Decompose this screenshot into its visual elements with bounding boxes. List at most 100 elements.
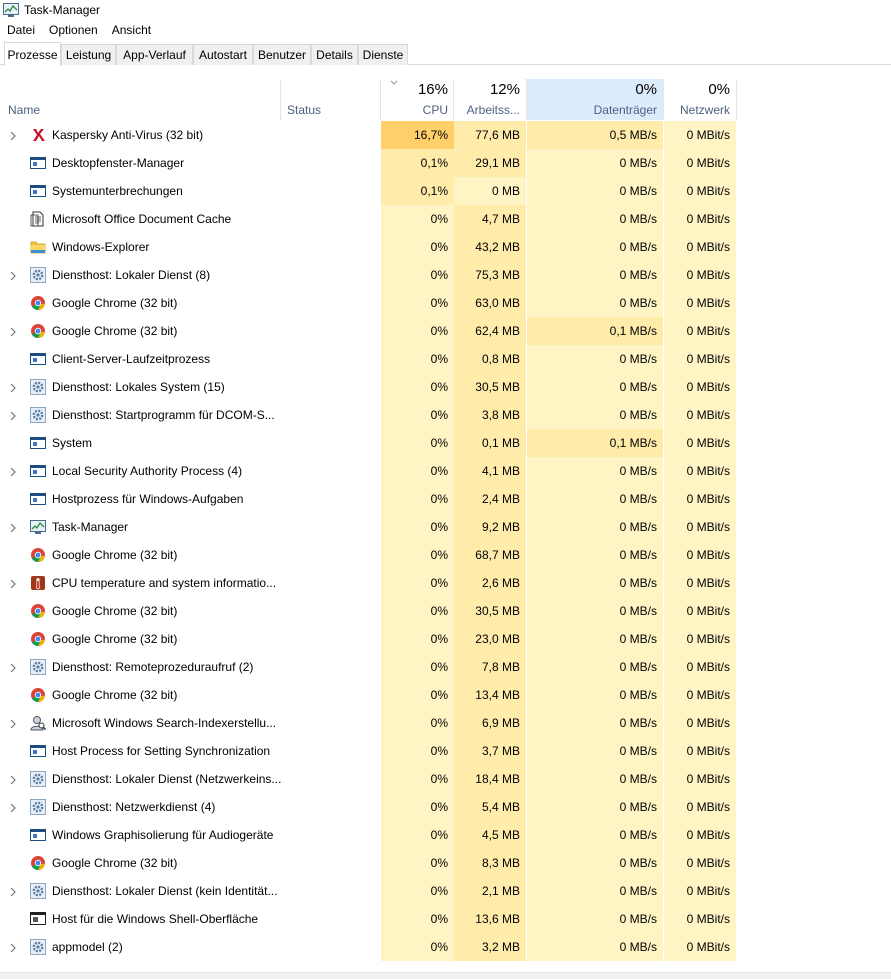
disk-value: 0 MB/s <box>527 205 663 233</box>
table-row[interactable]: Systemunterbrechungen 0,1% 0 MB 0 MB/s 0 MBi… <box>0 177 891 205</box>
table-row[interactable]: Google Chrome (32 bit) 0% 63,0 MB 0 MB/s 0 M… <box>0 289 891 317</box>
expand-chevron-icon[interactable] <box>8 410 18 421</box>
memory-value: 3,7 MB <box>454 737 526 765</box>
memory-value: 77,6 MB <box>454 121 526 149</box>
expand-chevron-icon[interactable] <box>8 942 18 953</box>
table-row[interactable]: Desktopfenster-Manager 0,1% 29,1 MB 0 MB/s 0… <box>0 149 891 177</box>
tab-leistung[interactable]: Leistung <box>61 44 116 65</box>
network-value: 0 MBit/s <box>664 821 736 849</box>
disk-value: 0 MB/s <box>527 457 663 485</box>
cpu-value: 0,1% <box>381 177 454 205</box>
table-row[interactable]: Diensthost: Lokaler Dienst (8) 0% 75,3 MB 0… <box>0 261 891 289</box>
table-row[interactable]: Google Chrome (32 bit) 0% 13,4 MB 0 MB/s 0 M… <box>0 681 891 709</box>
tab-details[interactable]: Details <box>311 44 358 65</box>
header-disk-percent[interactable]: 0% <box>527 81 657 98</box>
table-row[interactable]: Local Security Authority Process (4) 0% 4,… <box>0 457 891 485</box>
process-name: Google Chrome (32 bit) <box>52 296 178 310</box>
horizontal-scrollbar[interactable] <box>0 972 891 979</box>
table-row[interactable]: Task-Manager 0% 9,2 MB 0 MB/s 0 MBit/s <box>0 513 891 541</box>
memory-value: 43,2 MB <box>454 233 526 261</box>
header-network[interactable]: Netzwerk <box>664 103 730 117</box>
tab-prozesse[interactable]: Prozesse <box>4 42 61 66</box>
expand-chevron-icon[interactable] <box>8 802 18 813</box>
expand-chevron-icon[interactable] <box>8 326 18 337</box>
table-row[interactable]: Microsoft Windows Search-Indexerstellu..… <box>0 709 891 737</box>
network-value: 0 MBit/s <box>664 457 736 485</box>
network-value: 0 MBit/s <box>664 905 736 933</box>
chrome-icon <box>30 547 46 563</box>
expand-chevron-icon[interactable] <box>8 382 18 393</box>
disk-value: 0 MB/s <box>527 709 663 737</box>
header-disk[interactable]: Datenträger <box>527 103 657 117</box>
table-row[interactable]: Google Chrome (32 bit) 0% 68,7 MB 0 MB/s 0 M… <box>0 541 891 569</box>
network-value: 0 MBit/s <box>664 289 736 317</box>
expand-chevron-icon[interactable] <box>8 718 18 729</box>
table-row[interactable]: CPU temperature and system informatio...… <box>0 569 891 597</box>
expand-chevron-icon[interactable] <box>8 662 18 673</box>
table-row[interactable]: Diensthost: Lokaler Dienst (Netzwerkeins… <box>0 765 891 793</box>
memory-value: 2,6 MB <box>454 569 526 597</box>
table-row[interactable]: Diensthost: Netzwerkdienst (4) 0% 5,4 MB 0 … <box>0 793 891 821</box>
header-network-percent[interactable]: 0% <box>664 81 730 98</box>
header-status[interactable]: Status <box>287 103 321 117</box>
chrome-icon <box>30 295 46 311</box>
window-app-icon <box>30 155 46 171</box>
tab-dienste[interactable]: Dienste <box>358 44 408 65</box>
table-row[interactable]: Diensthost: Lokaler Dienst (kein Identit… <box>0 877 891 905</box>
cpu-value: 0% <box>381 849 454 877</box>
expand-chevron-icon[interactable] <box>8 130 18 141</box>
memory-value: 0,1 MB <box>454 429 526 457</box>
cpu-value: 0% <box>381 709 454 737</box>
cpu-value: 0% <box>381 373 454 401</box>
header-memory-percent[interactable]: 12% <box>454 81 520 98</box>
process-name: Google Chrome (32 bit) <box>52 548 178 562</box>
window-app-icon <box>30 827 46 843</box>
network-value: 0 MBit/s <box>664 765 736 793</box>
table-row[interactable]: Windows-Explorer 0% 43,2 MB 0 MB/s 0 MBit/s <box>0 233 891 261</box>
table-row[interactable]: Diensthost: Lokales System (15) 0% 30,5 MB… <box>0 373 891 401</box>
column-divider[interactable] <box>280 79 281 120</box>
table-row[interactable]: Google Chrome (32 bit) 0% 30,5 MB 0 MB/s 0 M… <box>0 597 891 625</box>
cpu-value: 0% <box>381 541 454 569</box>
memory-value: 3,8 MB <box>454 401 526 429</box>
table-row[interactable]: Diensthost: Startprogramm für DCOM-S... 0… <box>0 401 891 429</box>
table-row[interactable]: appmodel (2) 0% 3,2 MB 0 MB/s 0 MBit/s <box>0 933 891 961</box>
expand-chevron-icon[interactable] <box>8 886 18 897</box>
table-row[interactable]: Kaspersky Anti-Virus (32 bit) 16,7% 77,6 M… <box>0 121 891 149</box>
tab-autostart[interactable]: Autostart <box>193 44 253 65</box>
expand-chevron-icon[interactable] <box>8 578 18 589</box>
header-memory[interactable]: Arbeitss... <box>454 103 520 117</box>
table-row[interactable]: Host Process for Setting Synchronization… <box>0 737 891 765</box>
expand-chevron-icon[interactable] <box>8 270 18 281</box>
expand-chevron-icon[interactable] <box>8 522 18 533</box>
table-row[interactable]: System 0% 0,1 MB 0,1 MB/s 0 MBit/s <box>0 429 891 457</box>
table-row[interactable]: Diensthost: Remoteprozeduraufruf (2) 0% 7,… <box>0 653 891 681</box>
table-row[interactable]: Google Chrome (32 bit) 0% 62,4 MB 0,1 MB/s 0… <box>0 317 891 345</box>
process-name: Kaspersky Anti-Virus (32 bit) <box>52 128 204 142</box>
window-title: Task-Manager <box>24 2 101 17</box>
memory-value: 30,5 MB <box>454 597 526 625</box>
menu-optionen[interactable]: Optionen <box>42 23 105 37</box>
header-cpu[interactable]: CPU <box>381 103 448 117</box>
table-row[interactable]: Google Chrome (32 bit) 0% 8,3 MB 0 MB/s 0 MB… <box>0 849 891 877</box>
network-value: 0 MBit/s <box>664 401 736 429</box>
table-row[interactable]: Windows Graphisolierung für Audiogeräte 0… <box>0 821 891 849</box>
menu-datei[interactable]: Datei <box>0 23 42 37</box>
expand-chevron-icon[interactable] <box>8 466 18 477</box>
process-list[interactable]: Kaspersky Anti-Virus (32 bit) 16,7% 77,6 M… <box>0 121 891 972</box>
table-row[interactable]: Microsoft Office Document Cache 0% 4,7 MB 0… <box>0 205 891 233</box>
expand-chevron-icon[interactable] <box>8 774 18 785</box>
disk-value: 0,1 MB/s <box>527 317 663 345</box>
tab-benutzer[interactable]: Benutzer <box>253 44 311 65</box>
header-name[interactable]: Name <box>8 103 40 117</box>
column-divider[interactable] <box>736 79 737 120</box>
process-name: Hostprozess für Windows-Aufgaben <box>52 492 244 506</box>
table-row[interactable]: Client-Server-Laufzeitprozess 0% 0,8 MB 0 M… <box>0 345 891 373</box>
table-row[interactable]: Google Chrome (32 bit) 0% 23,0 MB 0 MB/s 0 M… <box>0 625 891 653</box>
memory-value: 5,4 MB <box>454 793 526 821</box>
table-row[interactable]: Hostprozess für Windows-Aufgaben 0% 2,4 MB… <box>0 485 891 513</box>
table-row[interactable]: Host für die Windows Shell-Oberfläche 0% 1… <box>0 905 891 933</box>
menu-ansicht[interactable]: Ansicht <box>105 23 158 37</box>
network-value: 0 MBit/s <box>664 737 736 765</box>
tab-app-verlauf[interactable]: App-Verlauf <box>116 44 193 65</box>
